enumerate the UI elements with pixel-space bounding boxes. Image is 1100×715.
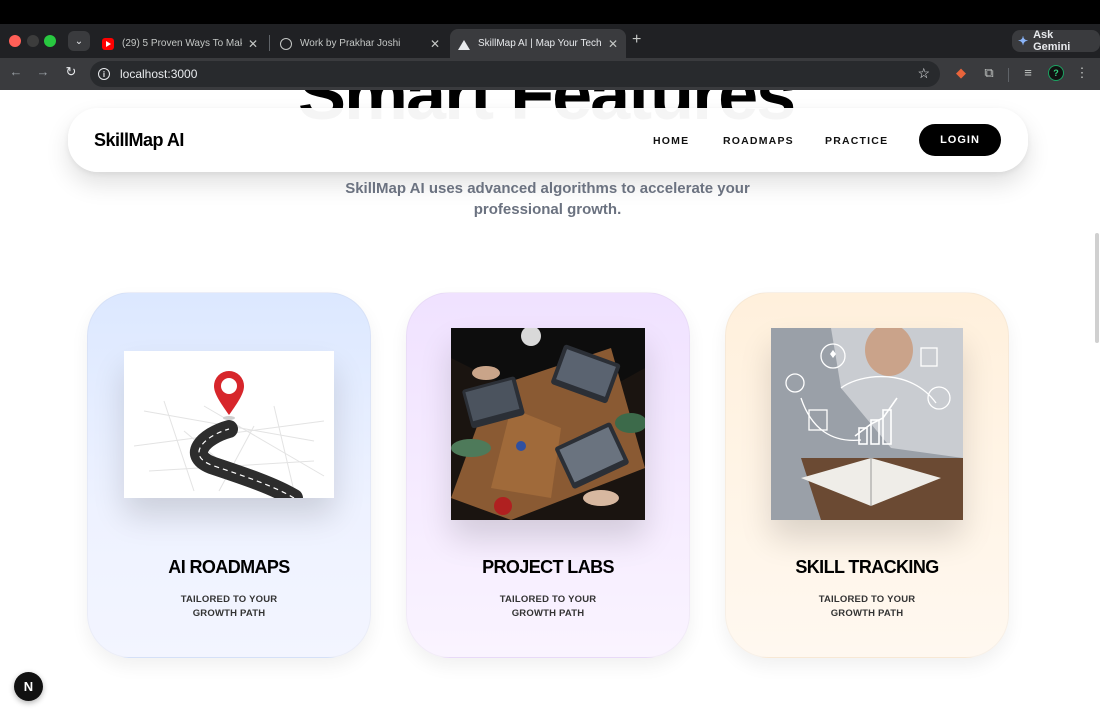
ask-gemini-label: Ask Gemini — [1033, 29, 1071, 53]
more-menu-icon[interactable]: ⋮ — [1073, 65, 1091, 81]
tab-title: (29) 5 Proven Ways To Make — [122, 38, 242, 49]
address-bar[interactable]: i localhost:3000 ☆ — [90, 61, 940, 87]
nav-link-practice[interactable]: PRACTICE — [825, 135, 888, 147]
card-description-line: GROWTH PATH — [830, 608, 904, 619]
card-title: AI ROADMAPS — [168, 557, 290, 577]
card-description-line: TAILORED TO YOUR — [818, 594, 916, 605]
browser-toolbar: ← → ↻ i localhost:3000 ☆ ◆ ⧉ ≡ ? ⋮ — [0, 58, 1100, 90]
card-description-line: TAILORED TO YOUR — [499, 594, 597, 605]
browser-tab-active[interactable]: SkillMap AI | Map Your Tech C ✕ — [450, 29, 626, 58]
extensions-puzzle-icon[interactable]: ⧉ — [980, 65, 998, 81]
gemini-sparkle-icon: ✦ — [1018, 34, 1029, 48]
card-title: PROJECT LABS — [482, 557, 614, 577]
profile-avatar[interactable]: ? — [1048, 65, 1064, 81]
nextjs-dev-badge[interactable]: N — [14, 672, 43, 701]
site-navbar: SkillMap AI HOME ROADMAPS PRACTICE LOGIN — [68, 108, 1028, 172]
back-arrow-icon[interactable]: ← — [6, 64, 26, 79]
feature-card-skill-tracking[interactable]: SKILL TRACKING TAILORED TO YOUR GROWTH P… — [725, 292, 1009, 658]
team-laptops-icon — [451, 328, 645, 520]
site-info-icon[interactable]: i — [98, 68, 110, 80]
card-description-line: TAILORED TO YOUR — [180, 594, 278, 605]
maximize-window-button[interactable] — [44, 35, 56, 47]
skill-tracking-icon — [771, 328, 963, 520]
url-text[interactable]: localhost:3000 — [120, 67, 197, 81]
tab-title: Work by Prakhar Joshi — [300, 38, 401, 49]
minimize-window-button[interactable] — [27, 35, 39, 47]
card-description: TAILORED TO YOUR GROWTH PATH — [407, 593, 689, 621]
tab-title: SkillMap AI | Map Your Tech C — [478, 38, 602, 49]
feature-card-ai-roadmaps[interactable]: AI ROADMAPS TAILORED TO YOUR GROWTH PATH — [87, 292, 371, 658]
extension-fox-icon[interactable]: ◆ — [952, 65, 970, 81]
close-icon[interactable]: ✕ — [430, 37, 440, 51]
skill-tracking-photo — [771, 328, 963, 520]
browser-tab[interactable]: Work by Prakhar Joshi ✕ — [272, 29, 448, 58]
bookmark-star-icon[interactable]: ☆ — [917, 65, 930, 82]
feature-card-project-labs[interactable]: PROJECT LABS TAILORED TO YOUR GROWTH PAT… — [406, 292, 690, 658]
tab-search-button[interactable]: ⌄ — [68, 31, 90, 51]
close-window-button[interactable] — [9, 35, 21, 47]
map-pin-road-icon — [124, 351, 334, 498]
page-viewport: Smart Features SkillMap AI HOME ROADMAPS… — [0, 90, 1100, 715]
tab-divider — [269, 35, 270, 51]
youtube-icon — [102, 37, 114, 50]
globe-icon — [280, 37, 292, 50]
nav-link-home[interactable]: HOME — [653, 135, 689, 147]
card-title: SKILL TRACKING — [795, 557, 939, 577]
media-control-icon[interactable]: ≡ — [1019, 65, 1037, 80]
nav-link-roadmaps[interactable]: ROADMAPS — [723, 135, 794, 147]
team-laptops-photo — [451, 328, 645, 520]
triangle-icon — [458, 38, 470, 50]
chevron-down-icon: ⌄ — [74, 35, 84, 47]
card-description-line: GROWTH PATH — [511, 608, 585, 619]
browser-tab[interactable]: (29) 5 Proven Ways To Make ✕ — [94, 29, 266, 58]
tab-strip: ⌄ (29) 5 Proven Ways To Make ✕ Work by P… — [0, 24, 1100, 58]
os-menu-bar — [0, 0, 1100, 24]
card-description-line: GROWTH PATH — [192, 608, 266, 619]
forward-arrow-icon[interactable]: → — [33, 64, 53, 79]
ask-gemini-button[interactable]: ✦ Ask Gemini — [1012, 29, 1100, 53]
section-subtitle: SkillMap AI uses advanced algorithms to … — [345, 180, 750, 218]
close-icon[interactable]: ✕ — [608, 37, 618, 51]
new-tab-button[interactable]: + — [632, 31, 641, 49]
brand-logo[interactable]: SkillMap AI — [94, 130, 184, 151]
map-pin-road-illustration — [124, 351, 334, 498]
reload-icon[interactable]: ↻ — [61, 64, 81, 80]
card-description: TAILORED TO YOUR GROWTH PATH — [88, 593, 370, 621]
page-scrollbar-thumb[interactable] — [1095, 233, 1099, 343]
card-description: TAILORED TO YOUR GROWTH PATH — [726, 593, 1008, 621]
login-button[interactable]: LOGIN — [919, 124, 1001, 156]
close-icon[interactable]: ✕ — [248, 37, 258, 51]
toolbar-divider — [1008, 68, 1009, 82]
